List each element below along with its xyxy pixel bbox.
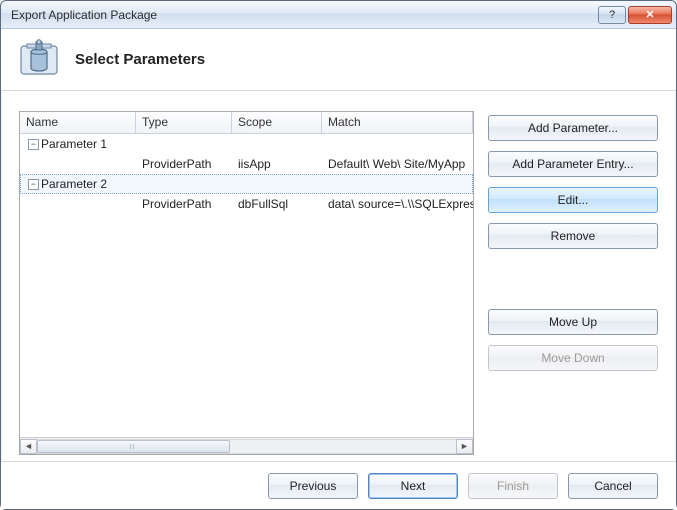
scroll-track[interactable] (37, 439, 456, 454)
grid-header: Name Type Scope Match (20, 112, 473, 134)
cell-type: ProviderPath (136, 197, 232, 211)
cell-match: Default\ Web\ Site/MyApp (322, 157, 473, 171)
add-parameter-button[interactable]: Add Parameter... (488, 115, 658, 141)
previous-button[interactable]: Previous (268, 473, 358, 499)
grid-group-row[interactable]: − Parameter 2 (20, 174, 473, 194)
cell-scope: iisApp (232, 157, 322, 171)
horizontal-scrollbar[interactable]: ◄ ► (20, 437, 473, 454)
wizard-footer: Previous Next Finish Cancel (1, 461, 676, 509)
grid-group-row[interactable]: − Parameter 1 (20, 134, 473, 154)
col-header-name[interactable]: Name (20, 112, 136, 133)
finish-button: Finish (468, 473, 558, 499)
grid-body: − Parameter 1 ProviderPath iisApp Defaul… (20, 134, 473, 437)
col-header-type[interactable]: Type (136, 112, 232, 133)
wizard-header: Select Parameters (1, 29, 676, 91)
window-title: Export Application Package (11, 8, 596, 22)
package-icon (17, 38, 61, 82)
grid-data-row[interactable]: ProviderPath dbFullSql data\ source=\.\\… (20, 194, 473, 214)
wizard-body: Name Type Scope Match − Parameter 1 Prov… (1, 91, 676, 461)
cell-type: ProviderPath (136, 157, 232, 171)
scroll-right-icon[interactable]: ► (456, 439, 473, 454)
move-down-button: Move Down (488, 345, 658, 371)
close-button[interactable]: ✕ (628, 6, 672, 24)
group-name: Parameter 2 (41, 177, 107, 191)
edit-button[interactable]: Edit... (488, 187, 658, 213)
grid-data-row[interactable]: ProviderPath iisApp Default\ Web\ Site/M… (20, 154, 473, 174)
scroll-thumb[interactable] (37, 440, 230, 453)
title-bar: Export Application Package ? ✕ (1, 1, 676, 29)
collapse-icon[interactable]: − (28, 179, 39, 190)
next-button[interactable]: Next (368, 473, 458, 499)
move-up-button[interactable]: Move Up (488, 309, 658, 335)
help-icon: ? (609, 9, 615, 21)
cancel-button[interactable]: Cancel (568, 473, 658, 499)
help-button[interactable]: ? (598, 6, 626, 24)
collapse-icon[interactable]: − (28, 139, 39, 150)
col-header-scope[interactable]: Scope (232, 112, 322, 133)
cell-scope: dbFullSql (232, 197, 322, 211)
page-title: Select Parameters (75, 51, 205, 68)
side-button-column: Add Parameter... Add Parameter Entry... … (488, 111, 658, 455)
parameters-grid: Name Type Scope Match − Parameter 1 Prov… (19, 111, 474, 455)
spacer (488, 259, 658, 299)
cell-match: data\ source=\.\\SQLExpress (322, 197, 473, 211)
remove-button[interactable]: Remove (488, 223, 658, 249)
add-parameter-entry-button[interactable]: Add Parameter Entry... (488, 151, 658, 177)
dialog-window: Export Application Package ? ✕ Select Pa… (0, 0, 677, 510)
col-header-match[interactable]: Match (322, 112, 473, 133)
scroll-left-icon[interactable]: ◄ (20, 439, 37, 454)
group-name: Parameter 1 (41, 137, 107, 151)
close-icon: ✕ (645, 8, 654, 21)
